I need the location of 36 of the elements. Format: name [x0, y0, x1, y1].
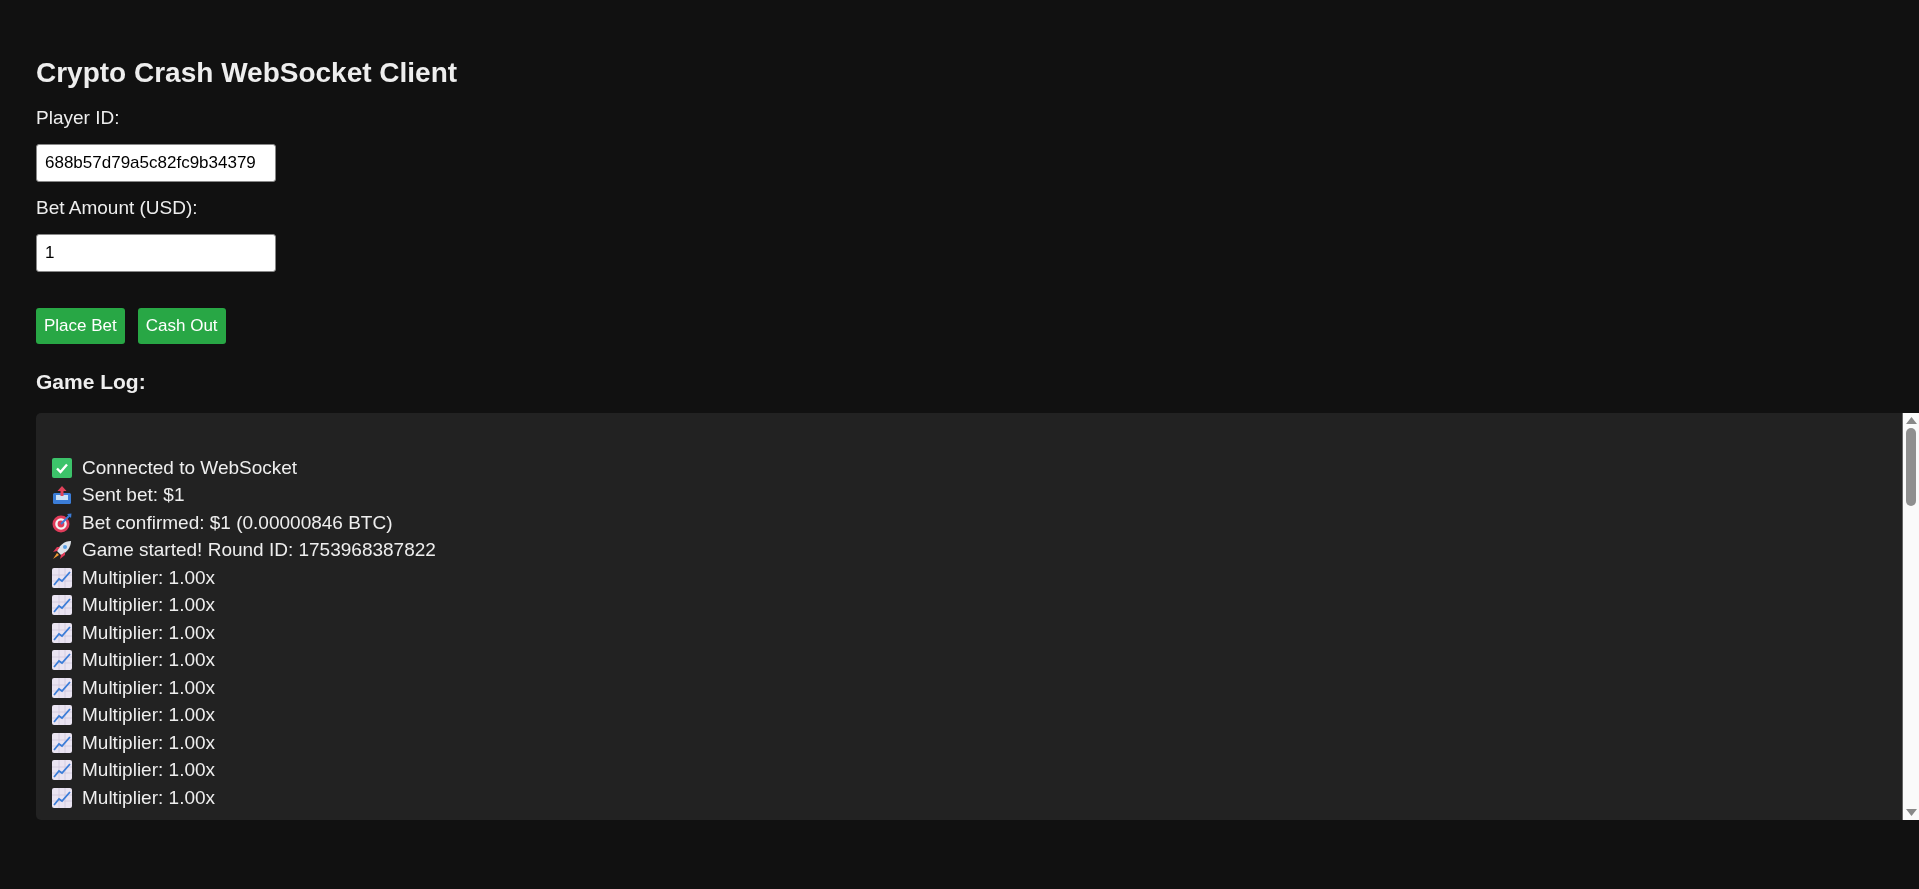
log-entry: Multiplier: 1.00x: [82, 594, 216, 617]
scroll-down-icon[interactable]: [1905, 809, 1917, 816]
chart-increasing-icon: [52, 677, 72, 698]
log-entry: Multiplier: 1.00x: [82, 621, 216, 644]
scroll-up-icon[interactable]: [1905, 417, 1917, 424]
log-entry: Connected to WebSocket: [82, 456, 298, 479]
log-entry: Multiplier: 1.00x: [82, 731, 216, 754]
log-entry: Multiplier: 1.00x: [82, 649, 216, 672]
chart-increasing-icon: [52, 650, 72, 671]
field-label: Player ID:: [36, 106, 120, 130]
log-entry: Multiplier: 1.00x: [82, 676, 216, 699]
log-entry: Multiplier: 1.00x: [82, 786, 216, 809]
outbox-tray-icon: [52, 485, 72, 506]
chart-increasing-icon: [52, 567, 72, 588]
log-entry: Game started! Round ID: 1753968387822: [82, 539, 436, 562]
log-entry: Multiplier: 1.00x: [82, 566, 216, 589]
chart-increasing-icon: [52, 760, 72, 781]
chart-increasing-icon: [52, 787, 72, 808]
check-mark-icon: [52, 457, 72, 478]
rocket-icon: [52, 540, 72, 561]
log-entry: Bet confirmed: $1 (0.00000846 BTC): [82, 511, 393, 534]
target-icon: [52, 512, 72, 533]
text-field[interactable]: 1: [36, 234, 276, 272]
text-field[interactable]: 688b57d79a5c82fc9b34379: [36, 144, 276, 182]
log-heading: Game Log:: [36, 369, 146, 395]
scrollbar[interactable]: [1902, 413, 1919, 820]
chart-increasing-icon: [52, 732, 72, 753]
field-label: Bet Amount (USD):: [36, 196, 198, 220]
scrollbar-thumb[interactable]: [1906, 428, 1916, 506]
chart-increasing-icon: [52, 705, 72, 726]
log-entry: Multiplier: 1.00x: [82, 704, 216, 727]
chart-increasing-icon: [52, 622, 72, 643]
page-title: Crypto Crash WebSocket Client: [36, 56, 458, 90]
chart-increasing-icon: [52, 595, 72, 616]
log-entry: Multiplier: 1.00x: [82, 759, 216, 782]
log-entry: Sent bet: $1: [82, 484, 185, 507]
